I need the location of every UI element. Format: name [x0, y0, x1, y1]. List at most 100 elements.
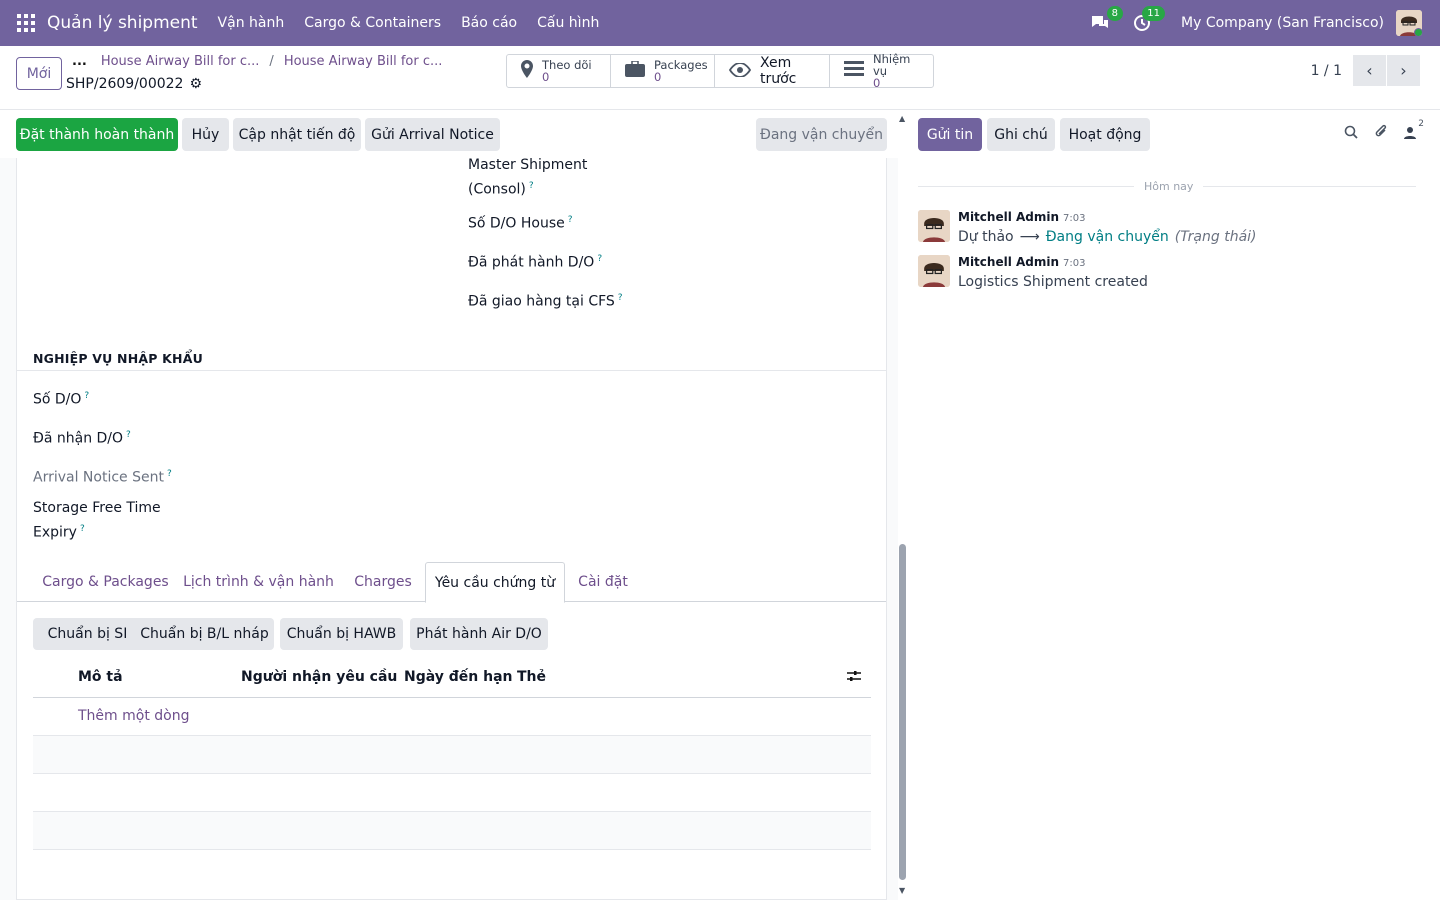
field-label-master-shipment: Master Shipment: [468, 157, 588, 173]
help-tooltip-icon[interactable]: ?: [167, 469, 172, 479]
message-time: 7:03: [1063, 213, 1086, 224]
column-due-date[interactable]: Ngày đến hạn: [404, 669, 513, 685]
tab-charges[interactable]: Charges: [340, 562, 426, 602]
log-note-button[interactable]: Ghi chú: [987, 118, 1055, 151]
help-tooltip-icon[interactable]: ?: [80, 524, 85, 534]
main-menu: Vận hành Cargo & Containers Báo cáo Cấu …: [218, 15, 620, 31]
date-separator-label: Hôm nay: [1134, 180, 1204, 193]
form-sheet: Master Shipment (Consol)? Số D/O House? …: [16, 157, 887, 900]
chatter-message: Mitchell Admin 7:03 Dự thảo ⟶ Đang vận chuy…: [918, 210, 1418, 250]
packages-smart-button[interactable]: Packages 0: [611, 55, 715, 87]
follow-label: Theo dõi: [542, 58, 592, 72]
menu-item-reports[interactable]: Báo cáo: [461, 15, 517, 31]
new-record-button[interactable]: Mới: [16, 57, 62, 90]
empty-list-row: [33, 774, 871, 812]
update-progress-button[interactable]: Cập nhật tiến độ: [233, 118, 361, 151]
record-id: SHP/2609/00022: [66, 76, 184, 92]
pager-value[interactable]: 1 / 1: [1311, 63, 1342, 79]
cancel-button[interactable]: Hủy: [182, 118, 229, 151]
breadcrumb-item-1[interactable]: House Airway Bill for c...: [101, 54, 260, 69]
help-tooltip-icon[interactable]: ?: [618, 293, 623, 303]
tasks-smart-button[interactable]: Nhiệm vụ 0: [830, 52, 933, 90]
breadcrumb-ellipsis[interactable]: ...: [72, 54, 87, 69]
tab-settings[interactable]: Cài đặt: [565, 562, 641, 602]
form-view: Đặt thành hoàn thành Hủy Cập nhật tiến đ…: [0, 110, 898, 900]
menu-item-cargo[interactable]: Cargo & Containers: [304, 15, 441, 31]
gear-icon[interactable]: ⚙: [189, 76, 202, 92]
pager-previous-button[interactable]: ‹: [1353, 55, 1386, 86]
prepare-hawb-button[interactable]: Chuẩn bị HAWB: [280, 618, 403, 650]
message-author: Mitchell Admin 7:03: [958, 210, 1086, 224]
status-in-transit[interactable]: Đang vận chuyển: [756, 118, 887, 151]
navbar-systray: 8 11 My Company (San Francisco): [1089, 0, 1440, 46]
tasks-label: Nhiệm vụ: [873, 52, 911, 78]
tracking-old-value: Dự thảo: [958, 229, 1014, 245]
author-avatar[interactable]: [918, 255, 950, 287]
send-arrival-notice-button[interactable]: Gửi Arrival Notice: [365, 118, 500, 151]
menu-item-operations[interactable]: Vận hành: [218, 15, 285, 31]
app-name[interactable]: Quản lý shipment: [47, 13, 198, 33]
control-panel: Mới ... House Airway Bill for c... / Hou…: [0, 46, 1440, 110]
eye-icon: [728, 61, 752, 82]
prepare-si-button[interactable]: Chuẩn bị SI: [33, 618, 142, 650]
section-divider: [17, 370, 886, 371]
activities-button[interactable]: 11: [1131, 6, 1166, 34]
help-tooltip-icon[interactable]: ?: [126, 430, 131, 440]
attachment-paperclip-icon[interactable]: [1374, 124, 1388, 144]
add-line-link[interactable]: Thêm một dòng: [78, 708, 189, 724]
pager-next-button[interactable]: ›: [1387, 55, 1420, 86]
search-messages-icon[interactable]: [1344, 125, 1358, 143]
smart-buttons: Theo dõi 0 Packages 0 Xem trước Nhiệm vụ 0: [506, 52, 934, 90]
field-label-do-issued: Đã phát hành D/O?: [468, 254, 603, 271]
activities-button[interactable]: Hoạt động: [1060, 118, 1150, 151]
help-tooltip-icon[interactable]: ?: [568, 215, 573, 225]
prepare-draft-bl-button[interactable]: Chuẩn bị B/L nháp: [135, 618, 274, 650]
field-label-house-do-number: Số D/O House?: [468, 215, 573, 232]
apps-menu-icon[interactable]: [17, 14, 35, 32]
scroll-up-arrow-icon[interactable]: ▲: [899, 114, 905, 123]
message-body: Logistics Shipment created: [958, 274, 1148, 290]
preview-label: Xem trước: [760, 55, 797, 87]
packages-label: Packages: [654, 58, 708, 72]
follow-value: 0: [542, 70, 550, 84]
tasks-value: 0: [873, 76, 881, 90]
column-description[interactable]: Mô tả: [78, 669, 123, 685]
help-tooltip-icon[interactable]: ?: [529, 181, 534, 191]
send-message-button[interactable]: Gửi tin: [918, 118, 982, 151]
message-time: 7:03: [1063, 258, 1086, 269]
follow-smart-button[interactable]: Theo dõi 0: [507, 55, 611, 87]
tab-schedule-operations[interactable]: Lịch trình & vận hành: [177, 562, 340, 602]
breadcrumb: ... House Airway Bill for c... / House A…: [72, 54, 442, 69]
help-tooltip-icon[interactable]: ?: [597, 254, 602, 264]
optional-columns-icon[interactable]: [847, 668, 861, 687]
company-switcher[interactable]: My Company (San Francisco): [1181, 15, 1384, 31]
tracking-field-name: (Trạng thái): [1174, 229, 1257, 245]
field-label-consol: (Consol)?: [468, 181, 534, 198]
column-tags[interactable]: Thẻ: [517, 669, 546, 685]
online-status-dot: [1414, 28, 1422, 36]
help-tooltip-icon[interactable]: ?: [84, 391, 89, 401]
scrollbar-thumb[interactable]: [899, 544, 906, 880]
tab-cargo-packages[interactable]: Cargo & Packages: [34, 562, 177, 602]
scroll-down-arrow-icon[interactable]: ▼: [899, 886, 905, 895]
empty-list-row: [33, 736, 871, 774]
set-done-button[interactable]: Đặt thành hoàn thành: [16, 118, 178, 151]
form-statusbar: Đặt thành hoàn thành Hủy Cập nhật tiến đ…: [0, 110, 898, 158]
issue-air-do-button[interactable]: Phát hành Air D/O: [410, 618, 548, 650]
author-avatar[interactable]: [918, 210, 950, 242]
menu-item-config[interactable]: Cấu hình: [537, 15, 599, 31]
messaging-button[interactable]: 8: [1089, 6, 1124, 34]
column-assignee[interactable]: Người nhận yêu cầu: [241, 669, 397, 685]
form-scrollbar[interactable]: ▲ ▼: [896, 110, 910, 900]
breadcrumb-item-2[interactable]: House Airway Bill for c...: [284, 54, 443, 69]
tab-document-requests[interactable]: Yêu cầu chứng từ: [425, 562, 565, 603]
chatter-message: Mitchell Admin 7:03 Logistics Shipment cr…: [918, 255, 1418, 295]
followers-button[interactable]: 2: [1404, 119, 1424, 143]
message-author: Mitchell Admin 7:03: [958, 255, 1086, 269]
followers-count: 2: [1418, 119, 1424, 129]
messages-count-badge: 8: [1106, 6, 1124, 21]
preview-smart-button[interactable]: Xem trước: [715, 55, 830, 87]
user-face-icon: [918, 255, 950, 287]
notebook-tabs: Cargo & Packages Lịch trình & vận hành C…: [17, 562, 886, 603]
user-avatar[interactable]: [1396, 10, 1422, 36]
